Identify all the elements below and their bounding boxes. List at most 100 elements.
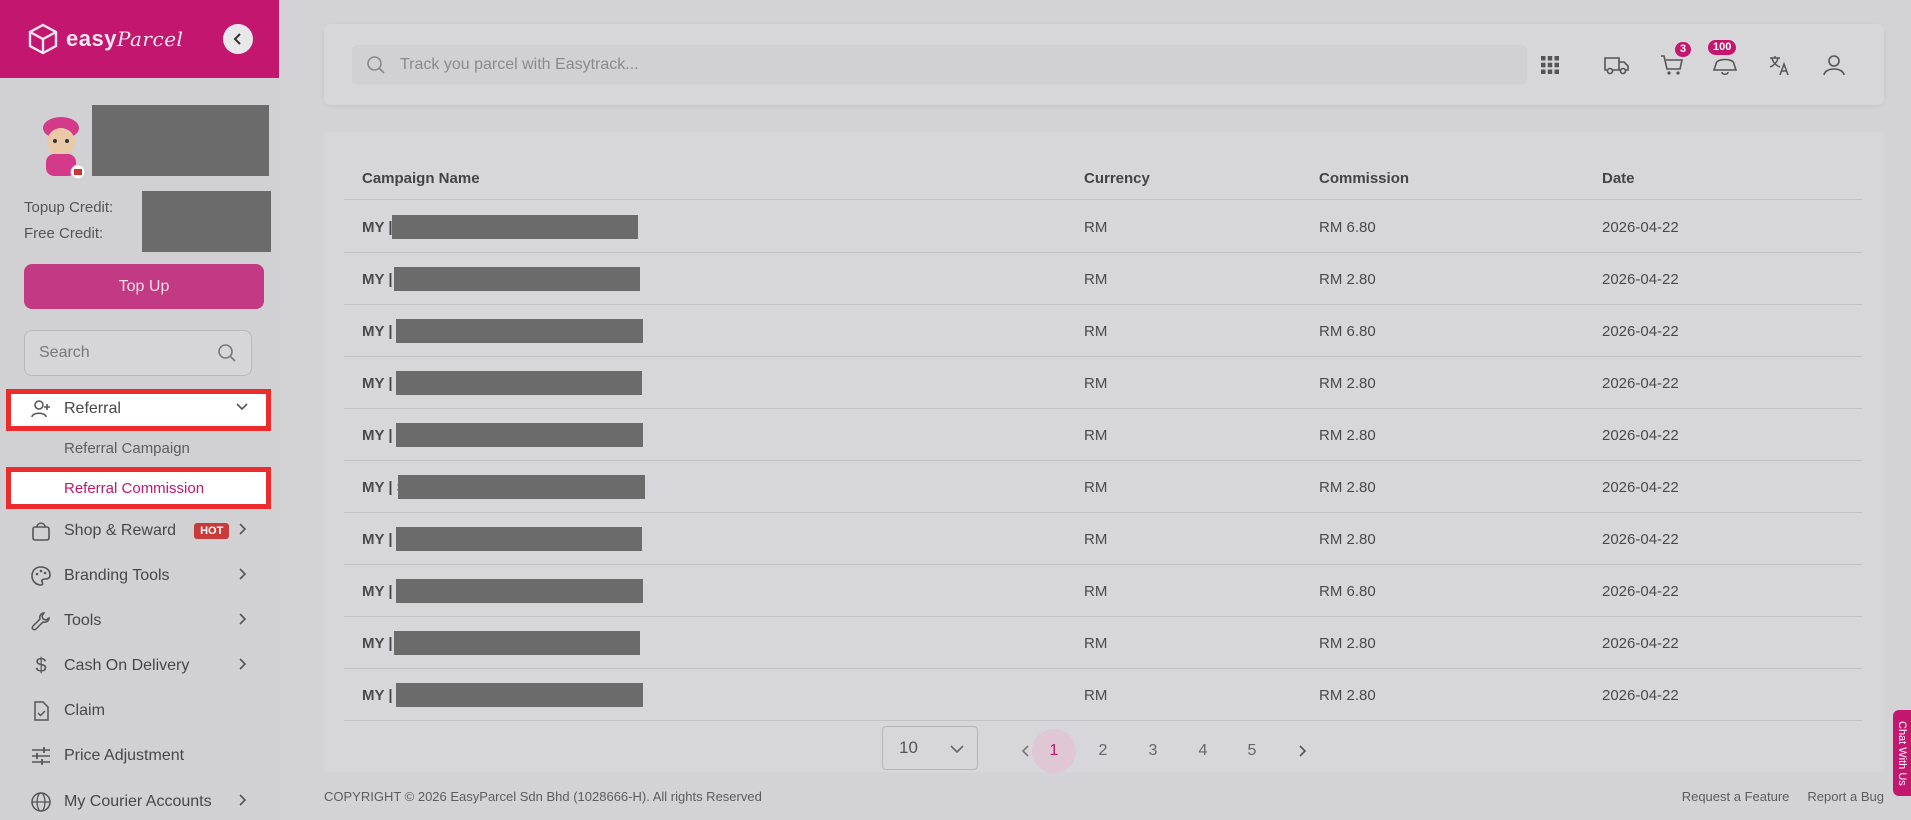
sidebar-item-label: Tools <box>64 612 102 629</box>
pagination: 10 1 2 3 4 5 <box>324 723 1884 773</box>
table-row: MY | S RM RM 2.80 2026-04-22 <box>344 357 1862 409</box>
table-row: MY | RM RM 6.80 2026-04-22 <box>344 201 1862 253</box>
table-row: MY | S RM RM 6.80 2026-04-22 <box>344 565 1862 617</box>
campaign-name-prefix: MY | <box>362 271 393 288</box>
table-row: MY | S RM RM 6.80 2026-04-22 <box>344 305 1862 357</box>
dollar-icon: $ <box>35 654 47 677</box>
campaign-name-prefix: MY | <box>362 219 393 236</box>
next-page-button[interactable] <box>1280 729 1324 773</box>
redacted-campaign-name <box>396 371 642 395</box>
menu-search-input[interactable]: Search <box>24 330 252 376</box>
commission-cell: RM 6.80 <box>1319 219 1376 236</box>
sidebar-item-label: Claim <box>64 702 105 719</box>
page-size-select[interactable]: 10 <box>882 726 978 770</box>
sidebar-item-referral-commission[interactable]: Referral Commission <box>64 480 204 497</box>
wrench-icon <box>30 610 52 632</box>
sidebar-item-referral[interactable]: Referral <box>0 390 279 428</box>
request-feature-link[interactable]: Request a Feature <box>1682 789 1790 804</box>
easyparcel-logo[interactable]: easyParcel <box>26 22 183 56</box>
user-account-icon[interactable] <box>1819 50 1849 80</box>
footer: COPYRIGHT © 2026 EasyParcel Sdn Bhd (102… <box>324 789 1884 804</box>
translate-icon[interactable] <box>1765 50 1795 80</box>
sidebar-item-label: Branding Tools <box>64 567 170 584</box>
notification-icon[interactable]: 100 <box>1708 40 1740 80</box>
page-button-4[interactable]: 4 <box>1181 729 1225 773</box>
commission-cell: RM 2.80 <box>1319 687 1376 704</box>
sidebar-item-label: My Courier Accounts <box>64 793 212 810</box>
hot-badge: HOT <box>194 523 230 539</box>
page-button-1[interactable]: 1 <box>1032 729 1076 773</box>
date-cell: 2026-04-22 <box>1602 375 1679 392</box>
sidebar: easyParcel Topup Credit: Free Credit: To… <box>0 0 279 820</box>
commission-cell: RM 6.80 <box>1319 583 1376 600</box>
redacted-campaign-name <box>396 423 643 447</box>
sliders-icon <box>30 745 52 767</box>
column-header-commission: Commission <box>1319 170 1410 187</box>
sidebar-item-price-adjustment[interactable]: Price Adjustment <box>0 737 279 775</box>
page-button-3[interactable]: 3 <box>1131 729 1175 773</box>
sidebar-item-referral-campaign[interactable]: Referral Campaign <box>64 440 190 457</box>
brand-name: easyParcel <box>66 26 184 51</box>
brand-header: easyParcel <box>0 0 279 78</box>
currency-cell: RM <box>1084 427 1108 444</box>
currency-cell: RM <box>1084 323 1108 340</box>
sidebar-item-tools[interactable]: Tools <box>0 602 279 640</box>
profile-section: Topup Credit: Free Credit: Top Up <box>0 78 279 310</box>
report-bug-link[interactable]: Report a Bug <box>1807 789 1884 804</box>
date-cell: 2026-04-22 <box>1602 323 1679 340</box>
commission-cell: RM 2.80 <box>1319 271 1376 288</box>
currency-cell: RM <box>1084 531 1108 548</box>
notification-count-badge: 100 <box>1708 40 1737 55</box>
sidebar-item-my-courier-accounts[interactable]: My Courier Accounts <box>0 783 279 820</box>
page-button-5[interactable]: 5 <box>1230 729 1274 773</box>
redacted-campaign-name <box>396 319 643 343</box>
column-header-date: Date <box>1602 170 1635 187</box>
top-up-button[interactable]: Top Up <box>24 264 264 309</box>
chevron-right-icon <box>1299 745 1307 757</box>
chevron-right-icon <box>239 613 247 625</box>
avatar[interactable] <box>32 114 90 180</box>
chevron-left-icon <box>233 33 241 45</box>
sidebar-item-claim[interactable]: Claim <box>0 692 279 730</box>
chat-with-us-tab[interactable]: Chat With Us <box>1893 710 1911 796</box>
chevron-right-icon <box>239 658 247 670</box>
apps-grid-icon[interactable] <box>1535 50 1565 80</box>
redacted-campaign-name <box>394 267 640 291</box>
table-row: MY | RM RM 2.80 2026-04-22 <box>344 617 1862 669</box>
commission-cell: RM 2.80 <box>1319 531 1376 548</box>
redacted-campaign-name <box>396 683 643 707</box>
date-cell: 2026-04-22 <box>1602 479 1679 496</box>
page-button-2[interactable]: 2 <box>1081 729 1125 773</box>
redacted-username <box>92 105 269 176</box>
currency-cell: RM <box>1084 583 1108 600</box>
delivery-truck-icon[interactable] <box>1602 50 1632 80</box>
redacted-campaign-name <box>394 631 640 655</box>
table-row: MY | S RM RM 2.80 2026-04-22 <box>344 461 1862 513</box>
topup-credit-label: Topup Credit: <box>24 199 114 216</box>
currency-cell: RM <box>1084 635 1108 652</box>
currency-cell: RM <box>1084 375 1108 392</box>
cart-icon[interactable]: 3 <box>1657 42 1692 80</box>
date-cell: 2026-04-22 <box>1602 583 1679 600</box>
referral-commission-table-card: Campaign Name Currency Commission Date M… <box>324 132 1884 773</box>
commission-cell: RM 2.80 <box>1319 427 1376 444</box>
table-row: MY | S RM RM 2.80 2026-04-22 <box>344 409 1862 461</box>
sidebar-item-shop-reward[interactable]: Shop & Reward HOT <box>0 512 279 550</box>
campaign-name-prefix: MY | <box>362 635 393 652</box>
document-check-icon <box>30 700 52 722</box>
sidebar-item-label: Cash On Delivery <box>64 657 190 674</box>
table-header: Campaign Name Currency Commission Date <box>344 154 1862 200</box>
collapse-sidebar-button[interactable] <box>223 24 253 54</box>
sidebar-item-label: Referral <box>64 400 121 417</box>
currency-cell: RM <box>1084 219 1108 236</box>
table-row: MY | RM RM 2.80 2026-04-22 <box>344 253 1862 305</box>
add-user-icon <box>30 398 52 420</box>
sidebar-item-branding-tools[interactable]: Branding Tools <box>0 557 279 595</box>
commission-cell: RM 2.80 <box>1319 479 1376 496</box>
table-row: MY | S RM RM 2.80 2026-04-22 <box>344 669 1862 721</box>
easytrack-search-input[interactable]: Track you parcel with Easytrack... <box>352 45 1527 85</box>
redacted-campaign-name <box>396 527 642 551</box>
date-cell: 2026-04-22 <box>1602 531 1679 548</box>
sidebar-item-cash-on-delivery[interactable]: $ Cash On Delivery <box>0 647 279 685</box>
top-bar: Track you parcel with Easytrack... 3 100 <box>324 24 1884 105</box>
